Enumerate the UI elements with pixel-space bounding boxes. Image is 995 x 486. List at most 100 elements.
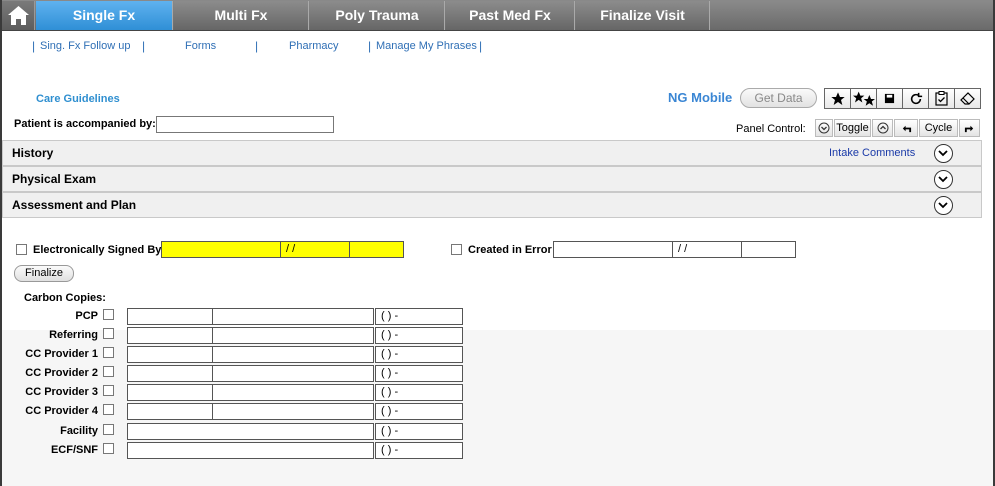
cc-checkbox-cc-provider-3[interactable] bbox=[103, 385, 114, 396]
accompanied-input[interactable] bbox=[156, 116, 334, 133]
cc-label-cc-provider-1: CC Provider 1 bbox=[25, 348, 98, 360]
chevron-down-icon bbox=[938, 150, 948, 157]
cc-label-pcp: PCP bbox=[75, 310, 98, 322]
cycle-button[interactable]: Cycle bbox=[919, 119, 958, 137]
expand-button[interactable] bbox=[934, 144, 953, 163]
cc-label-ecf-snf: ECF/SNF bbox=[50, 444, 98, 456]
cc-first-name-field[interactable] bbox=[127, 327, 213, 344]
cc-checkbox-ecf-snf[interactable] bbox=[103, 443, 114, 454]
section-title: History bbox=[12, 146, 54, 160]
clipboard-check-icon bbox=[935, 91, 948, 106]
section-physical-exam[interactable]: Physical Exam bbox=[2, 166, 982, 192]
chevron-down-icon bbox=[938, 202, 948, 209]
cc-phone-field[interactable]: ( ) - bbox=[375, 423, 463, 440]
cc-label-cc-provider-3: CC Provider 3 bbox=[25, 386, 98, 398]
error-by-field[interactable] bbox=[553, 241, 673, 258]
error-time-field[interactable] bbox=[741, 241, 796, 258]
cc-checkbox-referring[interactable] bbox=[103, 328, 114, 339]
ng-mobile-label: NG Mobile bbox=[668, 90, 733, 105]
cc-label-facility: Facility bbox=[60, 425, 98, 437]
eraser-button[interactable] bbox=[955, 89, 980, 108]
star-button[interactable] bbox=[825, 89, 851, 108]
expand-button[interactable] bbox=[934, 196, 953, 215]
chevron-down-icon bbox=[938, 176, 948, 183]
subnav-separator: | bbox=[255, 39, 259, 53]
carbon-copies-title: Carbon Copies: bbox=[24, 292, 106, 304]
cc-checkbox-cc-provider-1[interactable] bbox=[103, 347, 114, 358]
signed-date-field[interactable]: / / bbox=[280, 241, 350, 258]
signed-checkbox[interactable] bbox=[16, 244, 27, 255]
cc-label-cc-provider-2: CC Provider 2 bbox=[25, 367, 98, 379]
collapse-down-button[interactable] bbox=[815, 119, 833, 137]
subnav-separator: | bbox=[142, 39, 146, 53]
cc-first-name-field[interactable] bbox=[127, 365, 213, 382]
signed-time-field[interactable] bbox=[349, 241, 404, 258]
save-icon bbox=[884, 93, 895, 104]
intake-comments-link[interactable]: Intake Comments bbox=[829, 147, 915, 159]
cc-phone-field[interactable]: ( ) - bbox=[375, 327, 463, 344]
chevron-up-circle-icon bbox=[877, 122, 888, 134]
cc-label-referring: Referring bbox=[49, 329, 98, 341]
save-button[interactable] bbox=[877, 89, 903, 108]
cc-checkbox-cc-provider-4[interactable] bbox=[103, 404, 114, 415]
chevron-down-circle-icon bbox=[818, 122, 830, 134]
cc-last-name-field[interactable] bbox=[212, 365, 374, 382]
cc-checkbox-cc-provider-2[interactable] bbox=[103, 366, 114, 377]
cc-last-name-field[interactable] bbox=[212, 327, 374, 344]
redo-arrow-icon bbox=[964, 125, 974, 132]
cc-phone-field[interactable]: ( ) - bbox=[375, 365, 463, 382]
star-icon bbox=[830, 91, 845, 105]
cc-phone-field[interactable]: ( ) - bbox=[375, 442, 463, 459]
subnav-sing-fx-follow-up[interactable]: Sing. Fx Follow up bbox=[40, 40, 130, 52]
finalize-button[interactable]: Finalize bbox=[14, 265, 74, 282]
panel-control-label: Panel Control: bbox=[736, 123, 806, 135]
signed-by-field[interactable] bbox=[161, 241, 281, 258]
two-stars-icon bbox=[852, 91, 875, 106]
cc-first-name-field[interactable] bbox=[127, 346, 213, 363]
created-in-error-checkbox[interactable] bbox=[451, 244, 462, 255]
subnav-forms[interactable]: Forms bbox=[185, 40, 216, 52]
cc-phone-field[interactable]: ( ) - bbox=[375, 346, 463, 363]
subnav-separator: | bbox=[32, 39, 36, 53]
undo-arrow-icon bbox=[902, 125, 911, 132]
cc-name-field[interactable] bbox=[127, 423, 374, 440]
subnav-separator: | bbox=[479, 39, 483, 53]
refresh-icon bbox=[910, 92, 922, 104]
subnav-pharmacy[interactable]: Pharmacy bbox=[289, 40, 339, 52]
toggle-button[interactable]: Toggle bbox=[834, 119, 871, 137]
accompanied-label: Patient is accompanied by: bbox=[14, 118, 156, 130]
subnav-manage-my-phrases[interactable]: Manage My Phrases bbox=[376, 40, 477, 52]
section-title: Physical Exam bbox=[12, 172, 97, 186]
cc-name-field[interactable] bbox=[127, 442, 374, 459]
cc-checkbox-pcp[interactable] bbox=[103, 309, 114, 320]
toolbar bbox=[824, 88, 981, 109]
get-data-button[interactable]: Get Data bbox=[740, 88, 817, 108]
refresh-button[interactable] bbox=[903, 89, 929, 108]
section-history[interactable]: History Intake Comments bbox=[2, 140, 982, 166]
cc-phone-field[interactable]: ( ) - bbox=[375, 403, 463, 420]
section-title: Assessment and Plan bbox=[12, 198, 137, 212]
cc-first-name-field[interactable] bbox=[127, 308, 213, 325]
cycle-back-button[interactable] bbox=[894, 119, 918, 137]
cc-checkbox-facility[interactable] bbox=[103, 424, 114, 435]
cc-last-name-field[interactable] bbox=[212, 384, 374, 401]
cc-phone-field[interactable]: ( ) - bbox=[375, 384, 463, 401]
expand-button[interactable] bbox=[934, 170, 953, 189]
cc-first-name-field[interactable] bbox=[127, 384, 213, 401]
care-guidelines-link[interactable]: Care Guidelines bbox=[36, 93, 120, 105]
error-date-field[interactable]: / / bbox=[672, 241, 742, 258]
cc-last-name-field[interactable] bbox=[212, 346, 374, 363]
section-assessment-and-plan[interactable]: Assessment and Plan bbox=[2, 192, 982, 218]
created-in-error-label: Created in Error bbox=[468, 244, 552, 256]
signed-label: Electronically Signed By: bbox=[33, 244, 166, 256]
two-stars-button[interactable] bbox=[851, 89, 877, 108]
cc-phone-field[interactable]: ( ) - bbox=[375, 308, 463, 325]
collapse-up-button[interactable] bbox=[872, 119, 893, 137]
clipboard-button[interactable] bbox=[929, 89, 955, 108]
cycle-forward-button[interactable] bbox=[959, 119, 980, 137]
subnav-separator: | bbox=[368, 39, 372, 53]
eraser-icon bbox=[959, 92, 975, 105]
cc-last-name-field[interactable] bbox=[212, 308, 374, 325]
cc-last-name-field[interactable] bbox=[212, 403, 374, 420]
cc-first-name-field[interactable] bbox=[127, 403, 213, 420]
